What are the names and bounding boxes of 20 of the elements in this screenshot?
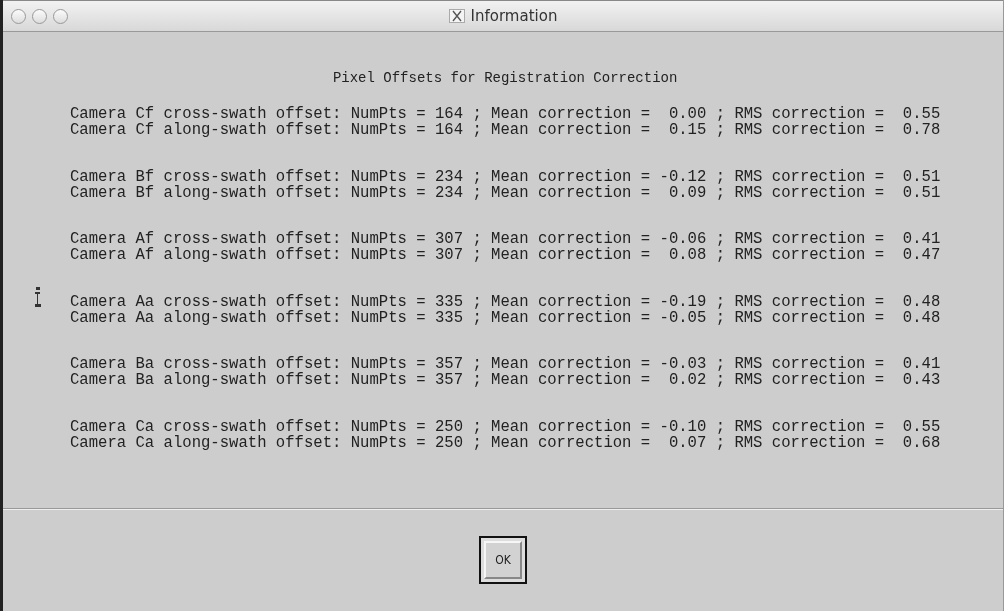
offset-line: Camera Ba along-swath offset: NumPts = 357 ; Mean correction = 0.02 ; RMS correction = 0.43 xyxy=(70,372,941,388)
report-heading: Pixel Offsets for Registration Correction xyxy=(331,70,679,86)
offset-line: Camera Bf along-swath offset: NumPts = 234 ; Mean correction = 0.09 ; RMS correction = 0.51 xyxy=(70,184,941,201)
ok-button[interactable]: OK xyxy=(484,541,522,579)
offset-line: Camera Ca along-swath offset: NumPts = 250 ; Mean correction = 0.07 ; RMS correction = 0.68 xyxy=(70,434,941,451)
offset-line: Camera Af along-swath offset: NumPts = 307 ; Mean correction = 0.08 ; RMS correction = 0.47 xyxy=(70,247,941,263)
offset-line: Camera Ca cross-swath offset: NumPts = 250 ; Mean correction = -0.10 ; RMS correction = 0.55 xyxy=(70,418,941,435)
offset-line: Camera Af cross-swath offset: NumPts = 307 ; Mean correction = -0.06 ; RMS correction = 0.41 xyxy=(70,231,941,247)
info-icon xyxy=(35,286,41,308)
zoom-button[interactable] xyxy=(53,8,68,24)
offset-line: Camera Bf cross-swath offset: NumPts = 234 ; Mean correction = -0.12 ; RMS correction = 0.51 xyxy=(70,168,941,185)
offset-line: Camera Cf along-swath offset: NumPts = 164 ; Mean correction = 0.15 ; RMS correction = 0.78 xyxy=(70,122,941,138)
x-logo-icon xyxy=(448,9,465,23)
window-title: Information xyxy=(470,7,558,25)
offset-line: Camera Ba cross-swath offset: NumPts = 357 ; Mean correction = -0.03 ; RMS correction = 0.41 xyxy=(70,356,941,372)
offset-line: Camera Aa cross-swath offset: NumPts = 335 ; Mean correction = -0.19 ; RMS correction = 0.48 xyxy=(70,293,941,310)
offset-line: Camera Cf cross-swath offset: NumPts = 164 ; Mean correction = 0.00 ; RMS correction = 0.55 xyxy=(70,106,941,122)
close-button[interactable] xyxy=(11,8,26,24)
offset-line: Camera Aa along-swath offset: NumPts = 335 ; Mean correction = -0.05 ; RMS correction = 0.48 xyxy=(70,309,941,326)
minimize-button[interactable] xyxy=(32,8,47,24)
